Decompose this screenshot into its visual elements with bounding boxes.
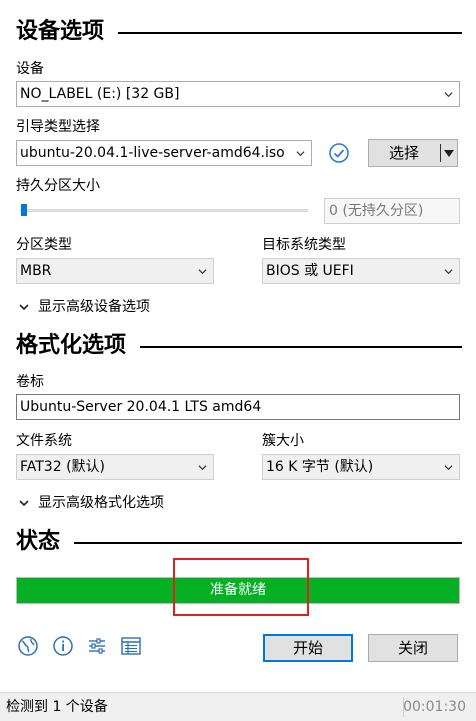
log-icon (121, 637, 141, 655)
chevron-down-icon (19, 500, 29, 507)
device-label: 设备 (16, 61, 44, 77)
device-dropdown[interactable]: NO_LABEL (E:) [32 GB] (16, 81, 460, 107)
language-button[interactable] (16, 634, 40, 658)
device-dropdown-value: NO_LABEL (E:) [32 GB] (20, 86, 180, 102)
status-message: 检测到 1 个设备 (6, 699, 108, 715)
settings-icon (89, 638, 105, 654)
file-system-dropdown[interactable]: FAT32 (默认) (16, 454, 214, 480)
start-button[interactable]: 开始 (263, 634, 353, 662)
close-button[interactable]: 关闭 (368, 634, 458, 662)
settings-button[interactable] (85, 634, 109, 658)
highlight-box (173, 558, 309, 616)
partition-scheme-label: 分区类型 (16, 237, 72, 253)
slider-track (20, 209, 308, 212)
globe-icon (18, 636, 38, 656)
slider-thumb[interactable] (21, 204, 27, 216)
persistent-size-label: 持久分区大小 (16, 178, 100, 194)
persistent-size-field[interactable]: 0 (无持久分区) (324, 198, 460, 224)
advanced-device-options-toggle[interactable]: 显示高级设备选项 (18, 298, 150, 316)
chevron-down-icon (198, 465, 207, 471)
format-options-header: 格式化选项 (16, 332, 462, 360)
volume-label-label: 卷标 (16, 374, 44, 390)
file-system-value: FAT32 (默认) (20, 459, 105, 475)
volume-label-input[interactable]: Ubuntu-Server 20.04.1 LTS amd64 (16, 394, 460, 420)
chevron-down-icon (444, 269, 453, 275)
split-divider (440, 144, 441, 162)
log-button[interactable] (119, 634, 143, 658)
cluster-size-value: 16 K 字节 (默认) (266, 459, 374, 475)
boot-selection-value: ubuntu-20.04.1-live-server-amd64.iso (20, 145, 285, 161)
check-circle-icon (329, 143, 349, 163)
device-options-rule (118, 32, 462, 34)
partition-scheme-value: MBR (20, 263, 52, 279)
target-system-value: BIOS 或 UEFI (266, 263, 354, 279)
format-options-rule (140, 346, 462, 348)
select-button-label: 选择 (388, 144, 419, 162)
target-system-dropdown[interactable]: BIOS 或 UEFI (262, 258, 460, 284)
checksum-icon[interactable] (328, 142, 350, 164)
persistent-size-slider[interactable] (16, 202, 308, 218)
target-system-label: 目标系统类型 (262, 237, 346, 253)
advanced-format-options-label: 显示高级格式化选项 (38, 495, 164, 511)
device-options-header: 设备选项 (16, 18, 462, 46)
boot-selection-dropdown[interactable]: ubuntu-20.04.1-live-server-amd64.iso (16, 140, 312, 166)
device-options-title: 设备选项 (16, 19, 105, 44)
format-options-title: 格式化选项 (16, 333, 127, 358)
elapsed-timer: 00:01:30 (403, 699, 466, 715)
status-rule (74, 542, 462, 544)
chevron-down-icon (296, 151, 305, 157)
cluster-size-dropdown[interactable]: 16 K 字节 (默认) (262, 454, 460, 480)
dropdown-arrow-icon[interactable] (443, 149, 455, 158)
status-bar: 检测到 1 个设备 00:01:30 (0, 692, 476, 721)
chevron-down-icon (444, 92, 453, 98)
boot-selection-label: 引导类型选择 (16, 119, 100, 135)
about-button[interactable] (51, 634, 75, 658)
status-header: 状态 (16, 528, 462, 556)
select-split-button[interactable]: 选择 (368, 139, 458, 167)
chevron-down-icon (444, 465, 453, 471)
chevron-down-icon (198, 269, 207, 275)
partition-scheme-dropdown[interactable]: MBR (16, 258, 214, 284)
info-icon (53, 636, 73, 656)
status-title: 状态 (16, 529, 61, 554)
file-system-label: 文件系统 (16, 433, 72, 449)
advanced-device-options-label: 显示高级设备选项 (38, 299, 150, 315)
cluster-size-label: 簇大小 (262, 433, 304, 449)
advanced-format-options-toggle[interactable]: 显示高级格式化选项 (18, 494, 164, 512)
chevron-down-icon (19, 304, 29, 311)
